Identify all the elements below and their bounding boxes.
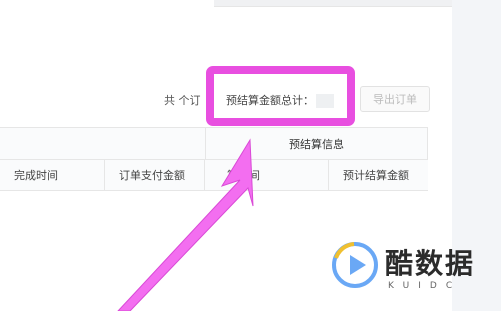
play-icon xyxy=(332,242,378,288)
watermark-title: 酷数据 xyxy=(385,247,476,280)
watermark: 酷数据 KUIDC xyxy=(330,240,473,300)
watermark-subtitle: KUIDC xyxy=(388,281,462,291)
